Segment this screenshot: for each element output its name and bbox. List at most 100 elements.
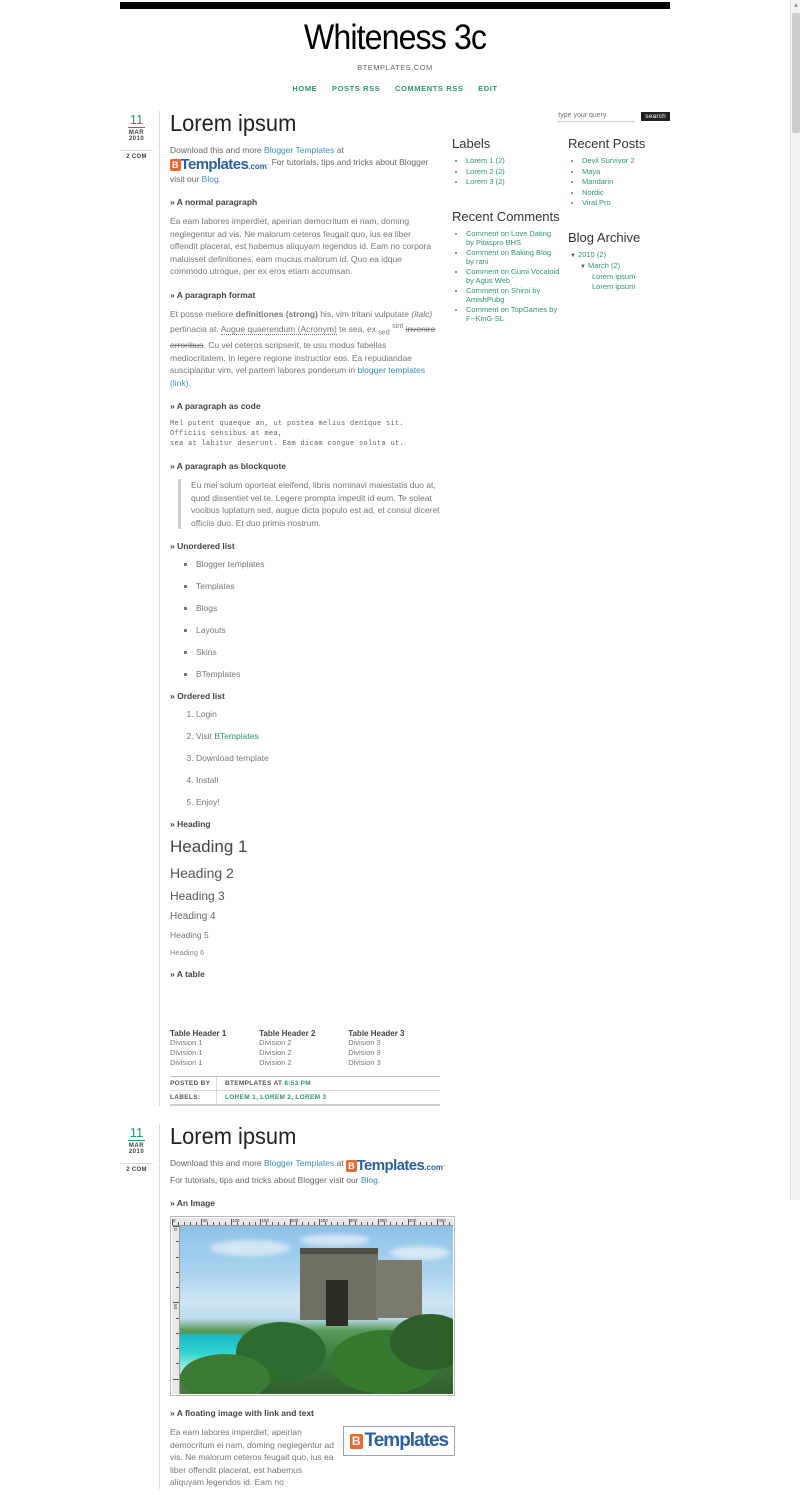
archive-month-link[interactable]: March (2) [588, 261, 620, 270]
nav-link-edit[interactable]: EDIT [478, 84, 497, 93]
btemplates-logo-com: .com [424, 1163, 443, 1173]
ruler-label: 350 [379, 1218, 387, 1224]
page-scrollbar[interactable]: ▲ [790, 0, 800, 1200]
post-date-badge: 11 MAR 2010 2 COM [120, 1124, 160, 1489]
list-item[interactable]: Comment on Gumi Vocaloid by Agus Web [466, 267, 560, 286]
ruler-tick [173, 1302, 179, 1304]
ruler-tick [183, 1222, 185, 1226]
nav-link-posts-rss[interactable]: POSTS RSS [332, 84, 380, 93]
recent-post-link[interactable]: Devil Survivor 2 [582, 156, 635, 165]
intro-text-4: . [218, 174, 222, 184]
recent-post-link[interactable]: Mandarin [582, 177, 613, 186]
pf-subscript: sed [378, 328, 390, 337]
archive-post-link[interactable]: Lorem ipsum [592, 272, 635, 281]
list-item[interactable]: Devil Survivor 2 [582, 156, 670, 166]
pf-strong: definitiones (strong) [235, 308, 318, 319]
recent-post-link[interactable]: Viral Pro [582, 198, 611, 207]
post-date-badge: 11 MAR 2010 2 COM [120, 111, 160, 1107]
ruler-label: 450 [438, 1218, 446, 1224]
btemplates-banner-link[interactable]: B Templates [343, 1426, 455, 1457]
label-link[interactable]: Lorem 2 (2) [466, 167, 505, 176]
intro-text-2: at [334, 145, 344, 155]
list-item[interactable]: Comment on Shiroi by AmishPubg [466, 286, 560, 305]
table-cell: Division 3 [348, 1058, 381, 1068]
archive-post-link[interactable]: Lorem ipsum [592, 282, 635, 291]
scrollbar-thumb[interactable] [792, 13, 800, 133]
intro-link-blogger-templates[interactable]: Blogger Templates [264, 1158, 334, 1168]
list-item[interactable]: Mandarin [582, 177, 670, 187]
intro-link-blog[interactable]: Blog [361, 1175, 378, 1185]
ruler-tick [366, 1222, 368, 1226]
list-item[interactable]: Comment on TopGames by F--KinG-SL [466, 305, 560, 324]
mayan-ruin-photo [180, 1226, 453, 1395]
intro-link-blog[interactable]: Blog [202, 174, 219, 184]
ruler-tick [449, 1222, 451, 1226]
content-columns: 11 MAR 2010 2 COM Lorem ipsum Download t… [120, 111, 670, 1495]
label-link[interactable]: Lorem 3 (2) [466, 177, 505, 186]
post-comment-count[interactable]: 2 COM [120, 1163, 153, 1173]
table-row: Division 1 Division 2 Division 3 [170, 1038, 440, 1048]
blog-archive-tree: ▼ 2010 (2) ▼ March (2) Lorem ipsum Lorem… [568, 250, 670, 292]
floating-image-block: Ea eam labores imperdiet, apeirian democ… [170, 1426, 455, 1489]
list-item[interactable]: Viral Pro [582, 198, 670, 208]
ruler-tick [331, 1222, 333, 1226]
list-item-link-btemplates[interactable]: BTemplates [214, 731, 258, 741]
search-button[interactable]: search [641, 112, 670, 121]
recent-post-link[interactable]: Maya [582, 167, 600, 176]
ruler-tick [254, 1222, 256, 1226]
list-item[interactable]: Lorem 2 (2) [466, 167, 560, 177]
post-title[interactable]: Lorem ipsum [170, 111, 427, 136]
archive-month-row[interactable]: ▼ March (2) [568, 261, 670, 272]
post-title[interactable]: Lorem ipsum [170, 1124, 441, 1149]
table-row: Division 1 Division 2 Division 3 [170, 1058, 440, 1068]
archive-year-link[interactable]: 2010 (2) [578, 250, 606, 259]
image-vertical-ruler: 0 50 [172, 1226, 180, 1395]
ruler-tick [301, 1222, 303, 1226]
list-item: Install [196, 775, 440, 785]
chevron-down-icon[interactable]: ▼ [580, 264, 586, 270]
archive-entry-row[interactable]: Lorem ipsum [568, 282, 670, 292]
ruin-doorway [326, 1280, 348, 1327]
search-input[interactable] [557, 111, 636, 122]
list-item[interactable]: Maya [582, 167, 670, 177]
archive-year-row[interactable]: ▼ 2010 (2) [568, 250, 670, 261]
post-meta-labels-values[interactable]: LOREM 1, LOREM 2, LOREM 3 [216, 1091, 440, 1105]
recent-comment-link[interactable]: Comment on TopGames by F--KinG-SL [466, 305, 557, 324]
post-time[interactable]: 8:53 PM [284, 1080, 311, 1087]
recent-post-link[interactable]: Nordic [582, 188, 604, 197]
table-header-cell: Table Header 2 [259, 1029, 316, 1039]
list-item[interactable]: Lorem 3 (2) [466, 177, 560, 187]
post-date-year: 2010 [128, 136, 145, 142]
chevron-down-icon[interactable]: ▼ [570, 253, 576, 259]
top-black-bar [120, 2, 670, 9]
recent-comment-link[interactable]: Comment on Shiroi by AmishPubg [466, 286, 540, 305]
list-item[interactable]: Lorem 1 (2) [466, 156, 560, 166]
label-link[interactable]: Lorem 1 (2) [466, 156, 505, 165]
post-body: Lorem ipsum Download this and more Blogg… [160, 1124, 455, 1489]
post-comment-count[interactable]: 2 COM [120, 150, 153, 160]
intro-link-blogger-templates[interactable]: Blogger Templates [264, 145, 334, 155]
nav-link-comments-rss[interactable]: COMMENTS RSS [395, 84, 463, 93]
widget-title-recent-comments: Recent Comments [452, 208, 560, 224]
ruler-label: 0 [173, 1228, 178, 1231]
list-item[interactable]: Nordic [582, 188, 670, 198]
ruler-tick [313, 1222, 315, 1226]
scroll-up-arrow-icon[interactable]: ▲ [791, 0, 800, 11]
site-wrapper: Whiteness 3c BTEMPLATES.COM HOME POSTS R… [120, 9, 670, 1495]
post-meta-labels-row: LABELS: LOREM 1, LOREM 2, LOREM 3 [170, 1091, 440, 1107]
list-item[interactable]: Comment on Love Dating by Pitaspro BHS [466, 229, 560, 248]
table-cell: Division 2 [259, 1038, 292, 1048]
archive-entry-row[interactable]: Lorem ipsum [568, 272, 670, 282]
recent-comment-link[interactable]: Comment on Gumi Vocaloid by Agus Web [466, 267, 559, 286]
list-item: Download template [196, 753, 440, 763]
ordered-list: Login Visit BTemplates Download template… [170, 709, 440, 807]
recent-comment-link[interactable]: Comment on Baking Blog by rani [466, 248, 551, 267]
cloud-shape [390, 1246, 450, 1261]
table-row: Division 1 Division 2 Division 3 [170, 1048, 440, 1058]
nav-link-home[interactable]: HOME [292, 84, 317, 93]
ruler-tick [177, 1222, 179, 1226]
ruler-tick [176, 1317, 179, 1319]
table-cell: Division 2 [259, 1058, 292, 1068]
list-item[interactable]: Comment on Baking Blog by rani [466, 248, 560, 267]
recent-comment-link[interactable]: Comment on Love Dating by Pitaspro BHS [466, 229, 551, 248]
